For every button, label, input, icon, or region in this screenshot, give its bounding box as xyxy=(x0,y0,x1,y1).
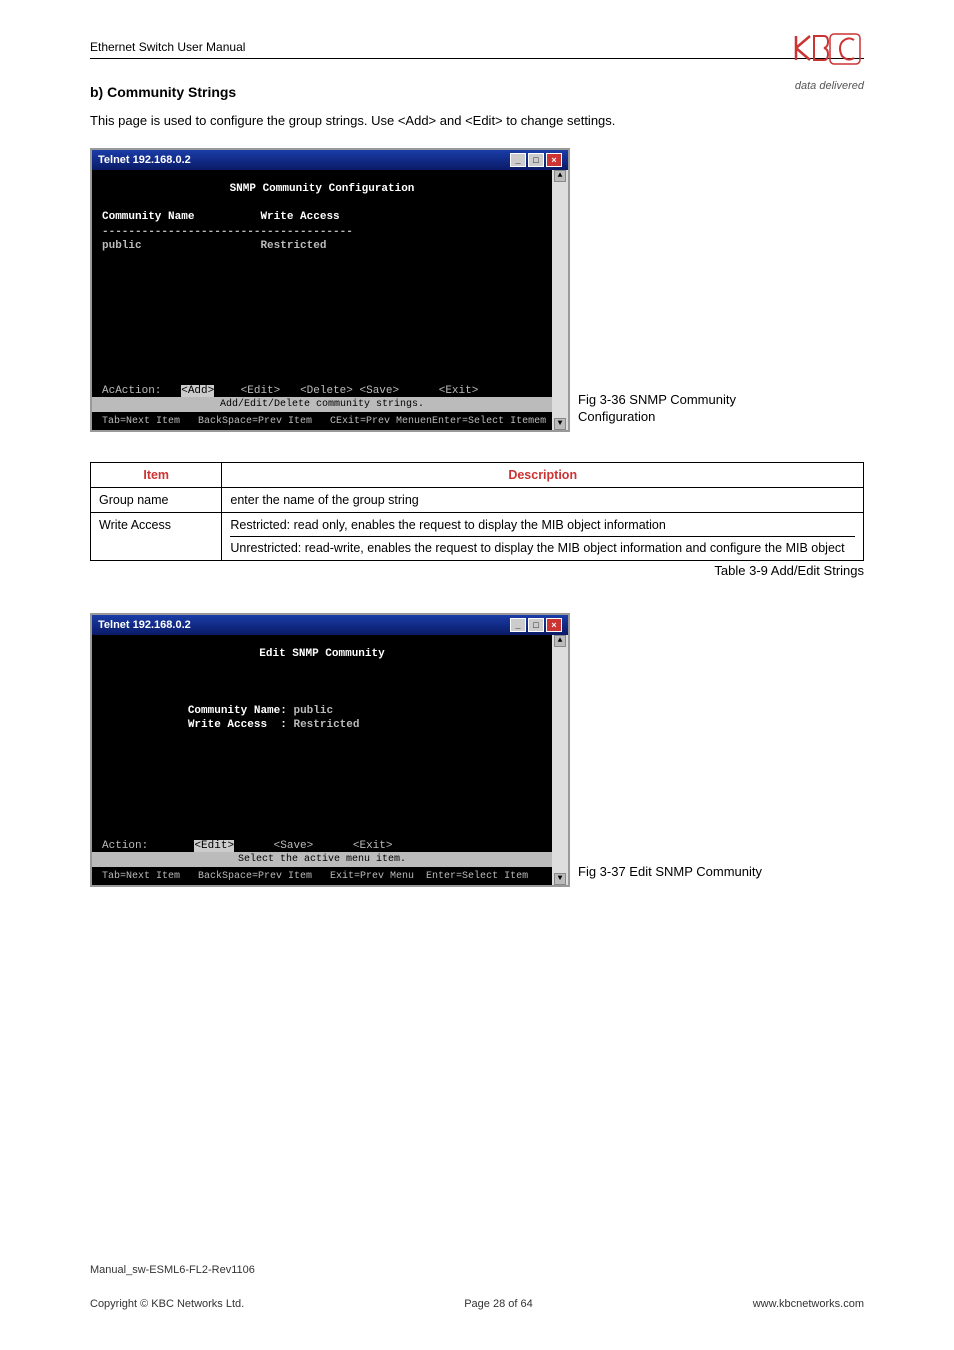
maximize-icon[interactable]: □ xyxy=(528,153,544,167)
scroll-up-icon[interactable]: ▲ xyxy=(554,170,566,182)
telnet-window-snmp-config: Telnet 192.168.0.2 _ □ × ▲ ▼ SNMP Commun… xyxy=(90,148,570,432)
exit-action[interactable]: <Exit> xyxy=(353,840,393,852)
divider-dashes: -------------------------------------- xyxy=(102,225,542,239)
close-icon[interactable]: × xyxy=(546,618,562,632)
edit-name-value: public xyxy=(293,705,333,717)
table-header-item: Item xyxy=(91,463,222,488)
figure-caption-1: Fig 3-36 SNMP Community Configuration xyxy=(578,392,736,426)
edit-action[interactable]: <Edit> xyxy=(241,385,281,397)
nav-hints: Tab=Next Item BackSpace=Prev Item CExit=… xyxy=(102,415,542,428)
exit-action[interactable]: <Exit> xyxy=(439,385,479,397)
col-community-name: Community Name xyxy=(102,211,194,223)
page-footer: Manual_sw-ESML6-FL2-Rev1106 Copyright © … xyxy=(90,1264,864,1310)
edit-access-label: Write Access : xyxy=(188,719,287,731)
brand-logo: data delivered xyxy=(794,30,864,92)
action-row: Action: <Edit> <Save> <Exit> xyxy=(102,839,542,853)
help-text: Select the active menu item. xyxy=(92,852,552,867)
action-row: AcAction: <Add> <Edit> <Delete> <Save> <… xyxy=(102,384,542,398)
table-row: Group name enter the name of the group s… xyxy=(91,488,864,513)
document-header: Ethernet Switch User Manual xyxy=(90,40,864,59)
section-intro: This page is used to configure the group… xyxy=(90,112,864,130)
help-text: Add/Edit/Delete community strings. xyxy=(92,397,552,412)
scroll-down-icon[interactable]: ▼ xyxy=(554,418,566,430)
window-controls: _ □ × xyxy=(510,153,562,167)
page-number: Page 28 of 64 xyxy=(464,1298,533,1310)
delete-action[interactable]: <Delete> xyxy=(300,385,353,397)
save-action[interactable]: <Save> xyxy=(274,840,314,852)
table-row: Write Access Restricted: read only, enab… xyxy=(91,513,864,561)
table-caption: Table 3-9 Add/Edit Strings xyxy=(90,563,864,578)
maximize-icon[interactable]: □ xyxy=(528,618,544,632)
table-header-description: Description xyxy=(222,463,864,488)
write-access-value: Restricted xyxy=(260,240,326,252)
community-name-value: public xyxy=(102,240,142,252)
telnet-window-edit-snmp: Telnet 192.168.0.2 _ □ × ▲ ▼ Edit SNMP C… xyxy=(90,613,570,887)
col-write-access: Write Access xyxy=(260,211,339,223)
scroll-up-icon[interactable]: ▲ xyxy=(554,635,566,647)
cell-write-access: Write Access xyxy=(91,513,222,561)
scroll-down-icon[interactable]: ▼ xyxy=(554,873,566,885)
telnet-title: Telnet 192.168.0.2 xyxy=(98,154,191,166)
copyright: Copyright © KBC Networks Ltd. xyxy=(90,1298,244,1310)
edit-action[interactable]: <Edit> xyxy=(194,840,234,852)
cell-write-access-desc: Restricted: read only, enables the reque… xyxy=(222,513,864,561)
cell-group-name: Group name xyxy=(91,488,222,513)
save-action[interactable]: <Save> xyxy=(360,385,400,397)
nav-hints: Tab=Next Item BackSpace=Prev Item Exit=P… xyxy=(102,870,542,883)
telnet-title: Telnet 192.168.0.2 xyxy=(98,619,191,631)
kbc-logo-icon xyxy=(794,30,864,75)
telnet-titlebar: Telnet 192.168.0.2 _ □ × xyxy=(92,615,568,635)
add-action[interactable]: <Add> xyxy=(181,385,214,397)
edit-name-label: Community Name: xyxy=(188,705,287,717)
window-controls: _ □ × xyxy=(510,618,562,632)
close-icon[interactable]: × xyxy=(546,153,562,167)
minimize-icon[interactable]: _ xyxy=(510,618,526,632)
figure-caption-2: Fig 3-37 Edit SNMP Community xyxy=(578,864,762,881)
edit-access-value: Restricted xyxy=(293,719,359,731)
cell-group-name-desc: enter the name of the group string xyxy=(222,488,864,513)
section-heading: b) Community Strings xyxy=(90,84,864,100)
telnet-titlebar: Telnet 192.168.0.2 _ □ × xyxy=(92,150,568,170)
minimize-icon[interactable]: _ xyxy=(510,153,526,167)
telnet-screen-title: Edit SNMP Community xyxy=(102,647,542,661)
telnet-screen-title: SNMP Community Configuration xyxy=(102,182,542,196)
website-url: www.kbcnetworks.com xyxy=(753,1298,864,1310)
manual-id: Manual_sw-ESML6-FL2-Rev1106 xyxy=(90,1264,864,1276)
logo-tagline: data delivered xyxy=(794,80,864,92)
description-table: Item Description Group name enter the na… xyxy=(90,462,864,561)
